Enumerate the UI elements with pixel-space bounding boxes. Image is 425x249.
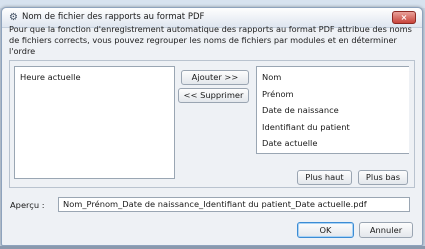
cancel-button[interactable]: Annuler: [359, 222, 413, 238]
preview-label: Aperçu :: [10, 200, 45, 210]
gear-icon: ⚙: [9, 12, 18, 23]
list-item-selected[interactable]: Nom: [262, 72, 281, 82]
move-up-button[interactable]: Plus haut: [297, 170, 352, 185]
close-button[interactable]: ×: [392, 11, 416, 24]
list-item-available[interactable]: Heure actuelle: [20, 72, 81, 82]
preview-field: Nom_Prénom_Date de naissance_Identifiant…: [58, 197, 410, 212]
description-text: Pour que la fonction d'enregistrement au…: [9, 24, 412, 56]
ok-button[interactable]: OK: [297, 222, 354, 238]
move-down-button[interactable]: Plus bas: [358, 170, 408, 185]
list-item-selected[interactable]: Prénom: [262, 89, 294, 99]
list-item-selected[interactable]: Date actuelle: [262, 138, 317, 148]
remove-button[interactable]: << Supprimer: [178, 88, 249, 103]
available-fields-list[interactable]: Heure actuelle: [14, 66, 175, 179]
add-button[interactable]: Ajouter >>: [181, 70, 249, 85]
window-title: Nom de fichier des rapports au format PD…: [22, 12, 205, 22]
list-item-selected[interactable]: Date de naissance: [262, 105, 339, 115]
list-item-selected[interactable]: Identifiant du patient: [262, 122, 350, 132]
selected-fields-list[interactable]: Nom Prénom Date de naissance Identifiant…: [256, 66, 409, 154]
